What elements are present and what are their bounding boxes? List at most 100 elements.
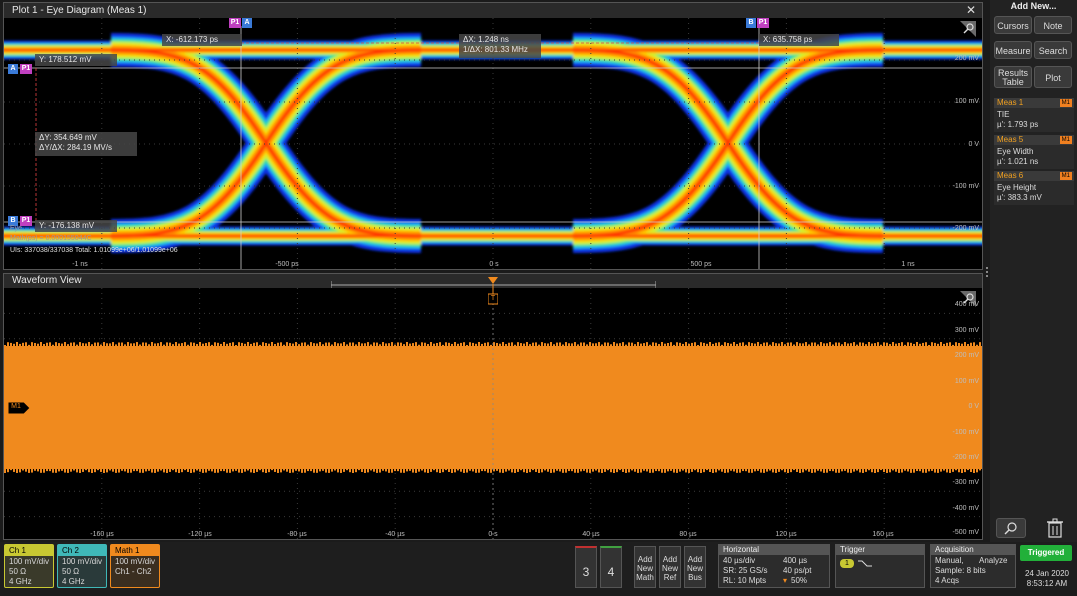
horizontal-settings-badge[interactable]: Horizontal 40 µs/div 400 µs SR: 25 GS/s … (718, 544, 830, 588)
delta-y-readout: ΔY: 354.649 mV ΔY/ΔX: 284.19 MV/s (35, 132, 137, 156)
add-ref-line: New (661, 564, 678, 573)
ch1-scale: 100 mV/div (9, 557, 50, 566)
wave-y-label: 200 mV (954, 352, 979, 359)
faded-math-label: Math(ps) = 0.000155044C (10, 235, 92, 242)
acquisition-count: 4 Acqs (935, 576, 960, 585)
p1-badge-top-right: P1 (757, 18, 769, 28)
acquisition-settings-badge[interactable]: Acquisition Manual, Analyze Sample: 8 bi… (930, 544, 1016, 588)
cursor-a-y-readout: Y: 178.512 mV (35, 54, 117, 66)
eye-x-label: 0 s (489, 261, 499, 268)
trigger-position-marker[interactable]: T (487, 277, 499, 305)
wave-x-label: 160 µs (872, 531, 894, 538)
wave-y-label: -500 mV (952, 529, 979, 536)
math1-expression: Ch1 - Ch2 (115, 567, 152, 576)
meas-type: Eye Width (997, 147, 1034, 156)
wave-y-label: -200 mV (952, 454, 979, 461)
delta-x-value: ΔX: 1.248 ns (463, 35, 509, 44)
inverse-delta-x-value: 1/ΔX: 801.33 MHz (463, 45, 528, 54)
wave-y-label: -400 mV (952, 505, 979, 512)
meas-type: Eye Height (997, 183, 1037, 192)
horizontal-scale: 40 µs/div (723, 556, 756, 565)
ch2-termination: 50 Ω (62, 567, 80, 576)
channel-4-button[interactable]: 4 (600, 546, 622, 588)
math1-level-marker[interactable]: M1 (7, 401, 31, 415)
cursors-button[interactable]: Cursors (994, 16, 1032, 34)
cursor-b-x-readout: X: 635.758 ps (759, 34, 839, 46)
eye-y-label: 200 mV (954, 55, 979, 62)
add-math-line: New (636, 564, 653, 573)
acquisition-analyze: Analyze (979, 556, 1008, 565)
horizontal-title: Horizontal (719, 545, 829, 555)
cursor-a-x-readout: X: -612.173 ps (162, 34, 242, 46)
ch2-scale: 100 mV/div (62, 557, 103, 566)
wave-x-label: -160 µs (90, 531, 114, 538)
wave-x-label: -40 µs (385, 531, 405, 538)
run-stop-status-button[interactable]: Triggered (1020, 545, 1072, 561)
wave-x-label: 40 µs (582, 531, 600, 538)
waveform-canvas (4, 288, 982, 539)
add-new-bus-button[interactable]: Add New Bus (684, 546, 706, 588)
channel-1-badge[interactable]: Ch 1 100 mV/div 50 Ω4 GHz (4, 544, 54, 588)
eye-y-label: -100 mV (952, 183, 979, 190)
measure-button[interactable]: Measure (994, 41, 1032, 59)
ch1-bandwidth: 4 GHz (9, 577, 32, 586)
cursor-a-badge[interactable]: A (242, 18, 252, 28)
record-length: RL: 10 Mpts (723, 576, 767, 585)
rising-edge-icon (858, 560, 872, 567)
measurement-badge-meas5[interactable]: Meas 5 M1 Eye Width µ': 1.021 ns (994, 135, 1074, 169)
add-ref-line: Ref (663, 573, 677, 582)
wave-x-label: 0 s (488, 531, 498, 538)
dy-dx-value: ΔY/ΔX: 284.19 MV/s (39, 143, 112, 152)
ch2-bandwidth: 4 GHz (62, 577, 85, 586)
acquisition-title: Acquisition (931, 545, 1015, 555)
wave-y-label: 300 mV (954, 327, 979, 334)
math1-scale: 100 mV/div (115, 557, 156, 566)
acquisition-mode: Manual, (935, 556, 964, 565)
time-per-point: 40 ps/pt (783, 566, 812, 575)
wave-y-label: 0 V (968, 403, 979, 410)
date: 24 Jan 2020 (1024, 569, 1070, 578)
trash-icon[interactable] (1044, 518, 1066, 538)
channel-3-button[interactable]: 3 (575, 546, 597, 588)
note-button[interactable]: Note (1034, 16, 1072, 34)
eye-x-label: -1 ns (72, 261, 88, 268)
sample-rate: SR: 25 GS/s (723, 566, 768, 575)
search-button[interactable]: Search (1034, 41, 1072, 59)
add-math-line: Add (637, 555, 653, 564)
close-icon[interactable]: ✕ (966, 3, 976, 18)
horizontal-record-duration: 400 µs (783, 556, 808, 565)
panel-resize-handle[interactable] (985, 265, 989, 277)
settings-bar: Ch 1 100 mV/div 50 Ω4 GHz Ch 2 100 mV/div… (0, 542, 1077, 590)
math-1-badge[interactable]: Math 1 100 mV/div Ch1 - Ch2 (110, 544, 160, 588)
waveform-view[interactable]: Waveform View T M1 400 mV 300 mV 200 mV … (3, 273, 983, 540)
eye-diagram-plot[interactable]: Plot 1 - Eye Diagram (Meas 1) ✕ P1 A B P… (3, 2, 983, 270)
results-table-button[interactable]: Results Table (994, 66, 1032, 88)
wave-x-label: -120 µs (188, 531, 212, 538)
measurement-badge-meas1[interactable]: Meas 1 M1 TIE µ': 1.793 ps (994, 98, 1074, 132)
eye-y-label: 0 V (968, 141, 979, 148)
wave-x-label: -80 µs (287, 531, 307, 538)
right-sidebar: Add New... Cursors Note Measure Search R… (990, 0, 1077, 542)
horizontal-position: 50% (791, 576, 808, 585)
add-ref-line: Add (662, 555, 678, 564)
plot-button[interactable]: Plot (1034, 66, 1072, 88)
meas-name: Meas 6 (997, 171, 1024, 180)
add-new-ref-button[interactable]: Add New Ref (659, 546, 681, 588)
zoom-icon[interactable] (996, 518, 1026, 538)
add-math-line: Math (636, 573, 654, 582)
eye-x-label: -500 ps (275, 261, 299, 268)
eye-y-label: -200 mV (952, 225, 979, 232)
time: 8:53:12 AM (1026, 579, 1068, 588)
trigger-source: 1 (840, 559, 854, 568)
measurement-badge-meas6[interactable]: Meas 6 M1 Eye Height µ': 383.3 mV (994, 171, 1074, 205)
meas-source-tag: M1 (1059, 136, 1072, 144)
meas-source-tag: M1 (1059, 99, 1072, 107)
eye-plot-title: Plot 1 - Eye Diagram (Meas 1) (4, 3, 982, 18)
trigger-settings-badge[interactable]: Trigger 1 (835, 544, 925, 588)
channel-2-badge[interactable]: Ch 2 100 mV/div 50 Ω4 GHz (57, 544, 107, 588)
add-bus-line: New (686, 564, 703, 573)
add-new-math-button[interactable]: Add New Math (634, 546, 656, 588)
cursor-a-level-badge[interactable]: A (8, 64, 18, 74)
cursor-b-badge[interactable]: B (746, 18, 756, 28)
wrench-icon[interactable] (960, 21, 976, 37)
